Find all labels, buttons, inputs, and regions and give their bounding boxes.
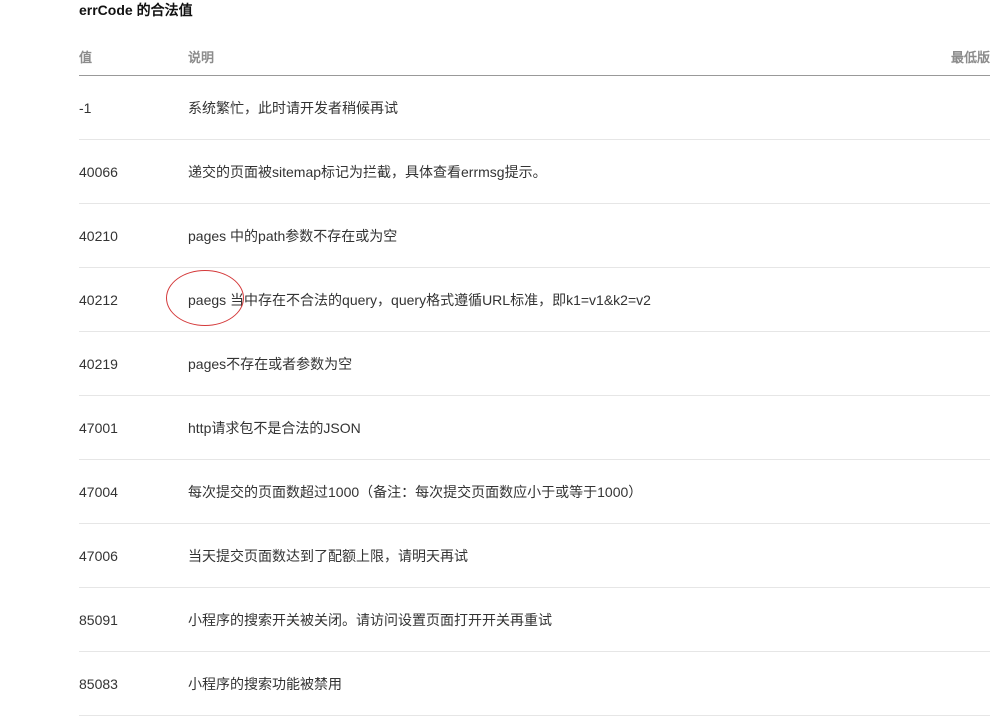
section-title: errCode 的合法值 xyxy=(79,2,193,18)
table-row: 85083 小程序的搜索功能被禁用 xyxy=(79,652,990,716)
row-code: 40210 xyxy=(79,228,118,244)
header-description: 说明 xyxy=(188,50,215,65)
row-code: 40219 xyxy=(79,356,118,372)
row-description: pages不存在或者参数为空 xyxy=(188,356,353,372)
table-row: 47001 http请求包不是合法的JSON xyxy=(79,396,990,460)
table-row: 40210 pages 中的path参数不存在或为空 xyxy=(79,204,990,268)
header-value: 值 xyxy=(79,50,93,65)
table-row: 40066 递交的页面被sitemap标记为拦截，具体查看errmsg提示。 xyxy=(79,140,990,204)
header-min-version: 最低版 xyxy=(950,50,990,65)
row-code: 47001 xyxy=(79,420,118,436)
table-row: 47004 每次提交的页面数超过1000（备注：每次提交页面数应小于或等于100… xyxy=(79,460,990,524)
row-description: 每次提交的页面数超过1000（备注：每次提交页面数应小于或等于1000） xyxy=(188,484,643,500)
row-code: 47004 xyxy=(79,484,118,500)
row-description: 当天提交页面数达到了配额上限，请明天再试 xyxy=(188,548,468,564)
table-row: 40212 paegs 当中存在不合法的query，query格式遵循URL标准… xyxy=(79,268,990,332)
row-code: 85091 xyxy=(79,612,118,628)
row-code: 40066 xyxy=(79,164,118,180)
row-description: http请求包不是合法的JSON xyxy=(188,420,361,436)
table-row: 85091 小程序的搜索开关被关闭。请访问设置页面打开开关再重试 xyxy=(79,588,990,652)
row-description: 系统繁忙，此时请开发者稍候再试 xyxy=(188,100,398,116)
table-header: 值 说明 最低版 xyxy=(79,35,990,76)
row-description: 小程序的搜索功能被禁用 xyxy=(188,676,342,692)
errcode-table: 值 说明 最低版 -1 系统繁忙，此时请开发者稍候再试 40066 递交的页面被… xyxy=(79,35,990,716)
row-code: 47006 xyxy=(79,548,118,564)
row-code: -1 xyxy=(79,100,92,116)
row-code: 40212 xyxy=(79,292,118,308)
table-row: 47006 当天提交页面数达到了配额上限，请明天再试 xyxy=(79,524,990,588)
table-row: 40219 pages不存在或者参数为空 xyxy=(79,332,990,396)
row-description: pages 中的path参数不存在或为空 xyxy=(188,228,398,244)
row-code: 85083 xyxy=(79,676,118,692)
row-description: 递交的页面被sitemap标记为拦截，具体查看errmsg提示。 xyxy=(188,164,547,180)
row-description: 小程序的搜索开关被关闭。请访问设置页面打开开关再重试 xyxy=(188,612,552,628)
table-row: -1 系统繁忙，此时请开发者稍候再试 xyxy=(79,76,990,140)
row-description: paegs 当中存在不合法的query，query格式遵循URL标准，即k1=v… xyxy=(188,292,651,308)
